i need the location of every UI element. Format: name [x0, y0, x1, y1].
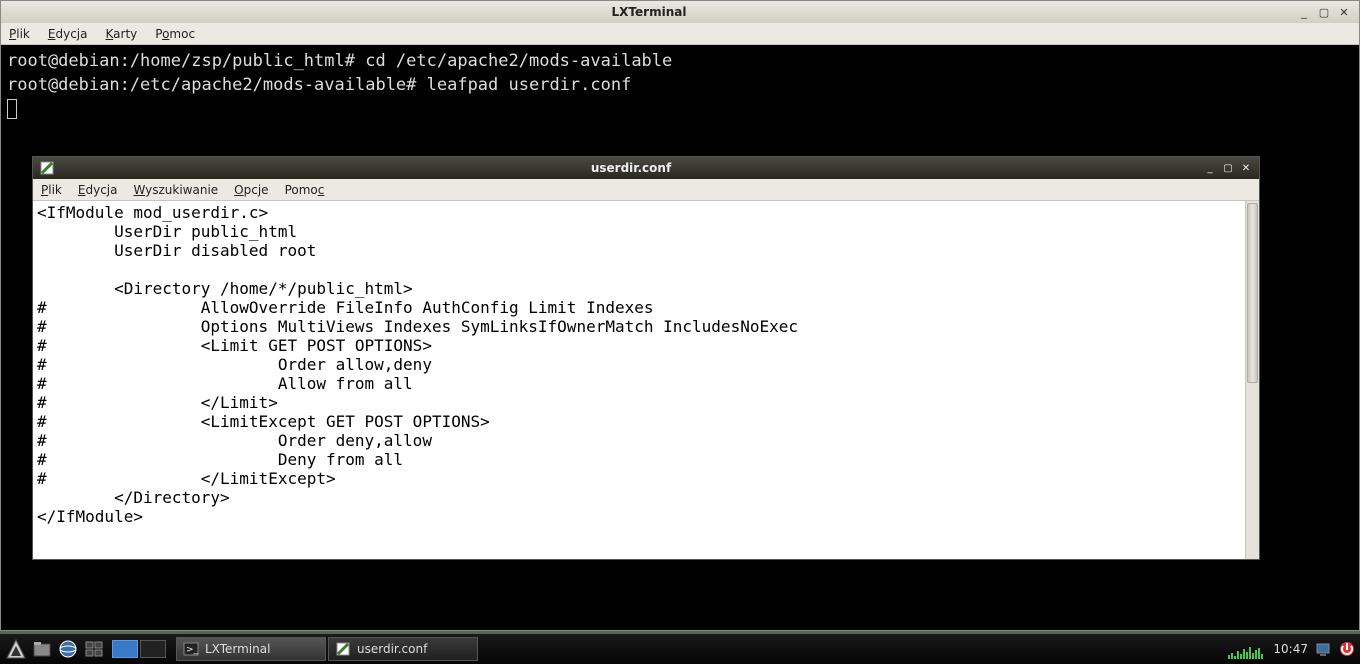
terminal-menubar: Plik Edycja Karty Pomoc	[1, 23, 1359, 45]
desktop: LXTerminal _ ▢ ✕ Plik Edycja Karty Pomoc…	[0, 0, 1360, 664]
editor-content[interactable]: <IfModule mod_userdir.c> UserDir public_…	[33, 201, 1245, 559]
scrollbar-thumb[interactable]	[1247, 203, 1258, 383]
menu-edit[interactable]: Edycja	[48, 27, 88, 41]
task-label: LXTerminal	[205, 642, 270, 656]
terminal-title-text: LXTerminal	[1, 5, 1297, 19]
start-menu-button[interactable]	[4, 637, 28, 661]
leafpad-window: userdir.conf _ ▢ ✕ Plik Edycja Wyszukiwa…	[32, 156, 1260, 560]
iconify-button[interactable]	[82, 637, 106, 661]
workspace-1[interactable]	[112, 640, 138, 658]
menu-file[interactable]: Plik	[41, 183, 62, 197]
launcher-area	[0, 637, 106, 661]
menu-search[interactable]: Wyszukiwanie	[133, 183, 218, 197]
menu-edit[interactable]: Edycja	[78, 183, 118, 197]
menu-tabs[interactable]: Karty	[105, 27, 137, 41]
workspace-pager	[112, 640, 166, 658]
file-manager-icon[interactable]	[30, 637, 54, 661]
leafpad-icon	[335, 641, 351, 657]
svg-text:>_: >_	[186, 645, 199, 655]
workspace-2[interactable]	[140, 640, 166, 658]
clock[interactable]: 10:47	[1273, 642, 1308, 656]
close-button[interactable]: ✕	[1337, 5, 1351, 19]
menu-help[interactable]: Pomoc	[285, 183, 325, 197]
task-leafpad[interactable]: userdir.conf	[328, 637, 478, 661]
task-list: >_ LXTerminal userdir.conf	[176, 637, 478, 661]
terminal-icon: >_	[183, 641, 199, 657]
web-browser-icon[interactable]	[56, 637, 80, 661]
terminal-cursor	[7, 99, 17, 119]
logout-icon[interactable]	[1338, 640, 1356, 658]
minimize-button[interactable]: _	[1203, 161, 1217, 175]
menu-options[interactable]: Opcje	[234, 183, 268, 197]
editor-scrollbar[interactable]	[1245, 201, 1259, 559]
task-lxterminal[interactable]: >_ LXTerminal	[176, 637, 326, 661]
maximize-button[interactable]: ▢	[1317, 5, 1331, 19]
screen-lock-icon[interactable]	[1314, 640, 1332, 658]
taskbar: >_ LXTerminal userdir.conf 10:47	[0, 634, 1360, 664]
menu-file[interactable]: Plik	[9, 27, 30, 41]
leafpad-titlebar[interactable]: userdir.conf _ ▢ ✕	[33, 157, 1259, 179]
terminal-line: root@debian:/home/zsp/public_html# cd /e…	[7, 51, 672, 71]
maximize-button[interactable]: ▢	[1221, 161, 1235, 175]
terminal-line: root@debian:/etc/apache2/mods-available#…	[7, 75, 631, 95]
minimize-button[interactable]: _	[1297, 5, 1311, 19]
leafpad-icon	[39, 160, 55, 176]
leafpad-menubar: Plik Edycja Wyszukiwanie Opcje Pomoc	[33, 179, 1259, 201]
terminal-titlebar[interactable]: LXTerminal _ ▢ ✕	[1, 1, 1359, 23]
leafpad-title-text: userdir.conf	[59, 161, 1203, 175]
close-button[interactable]: ✕	[1239, 161, 1253, 175]
system-tray: 10:47	[1227, 638, 1360, 660]
task-label: userdir.conf	[357, 642, 427, 656]
cpu-graph[interactable]	[1227, 638, 1267, 660]
menu-help[interactable]: Pomoc	[155, 27, 195, 41]
